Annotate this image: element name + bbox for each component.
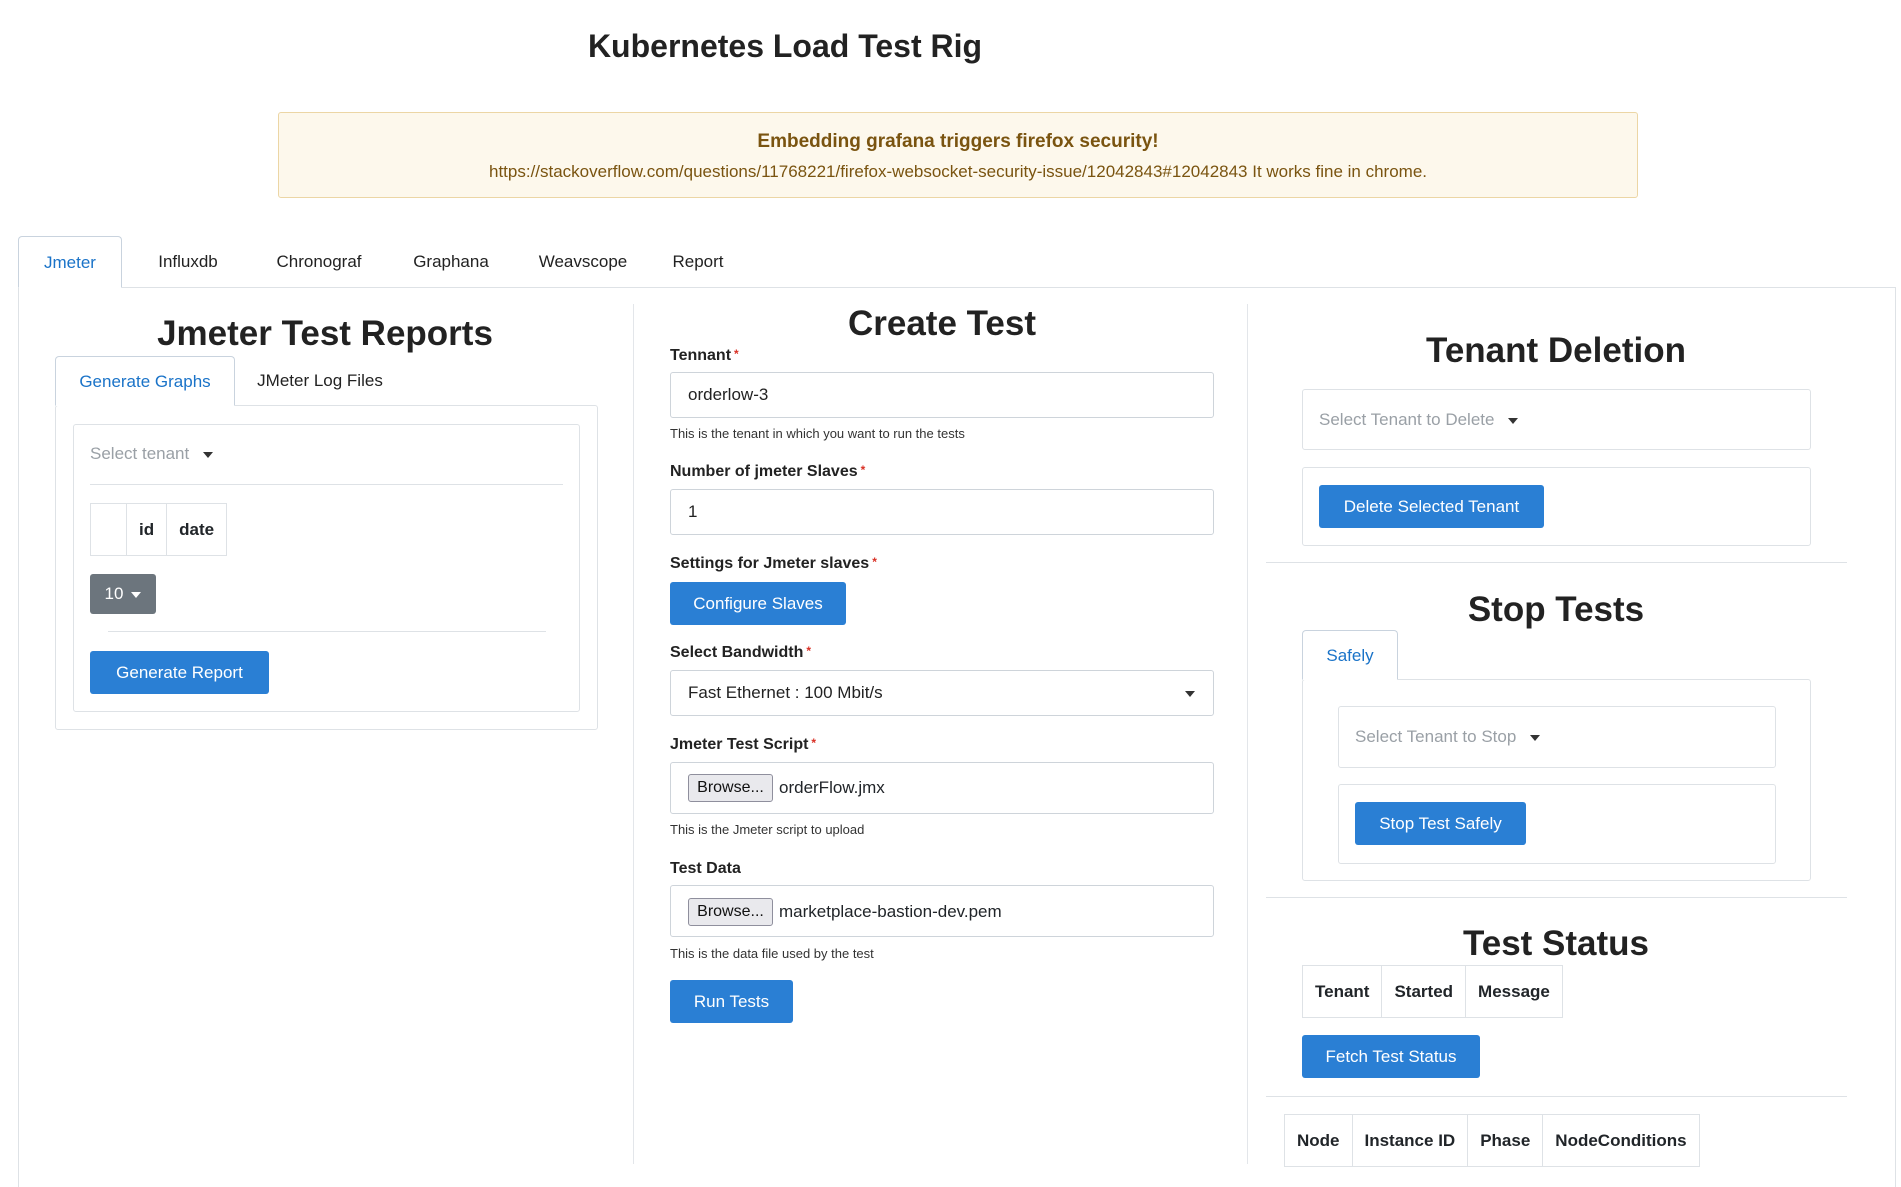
slaves-label: Number of jmeter Slaves * (670, 463, 866, 480)
script-help: This is the Jmeter script to upload (670, 822, 865, 837)
column-divider (1247, 304, 1248, 1164)
script-browse-button[interactable]: Browse... (688, 774, 773, 802)
table-header-node-conditions: NodeConditions (1542, 1114, 1700, 1167)
select-tenant-to-delete-dropdown[interactable]: Select Tenant to Delete (1319, 410, 1519, 430)
required-mark: * (734, 347, 739, 361)
page-title: Kubernetes Load Test Rig (587, 28, 983, 64)
configure-slaves-button[interactable]: Configure Slaves (670, 582, 846, 625)
bandwidth-select[interactable]: Fast Ethernet : 100 Mbit/s (670, 670, 1214, 716)
table-header-started: Started (1381, 965, 1467, 1018)
page-size-value: 10 (104, 584, 124, 603)
chevron-down-icon (1508, 417, 1519, 424)
test-status-title: Test Status (1462, 924, 1650, 963)
fetch-test-status-button[interactable]: Fetch Test Status (1302, 1035, 1480, 1078)
chevron-down-icon (131, 591, 142, 598)
select-tenant-dropdown[interactable]: Select tenant (90, 444, 214, 464)
stop-test-safely-button[interactable]: Stop Test Safely (1355, 802, 1526, 845)
select-tenant-placeholder: Select tenant (90, 444, 190, 463)
table-header-message: Message (1465, 965, 1563, 1018)
warning-alert: Embedding grafana triggers firefox secur… (278, 112, 1638, 198)
bandwidth-label: Select Bandwidth * (670, 644, 812, 661)
tab-jmeter[interactable]: Jmeter (18, 236, 122, 288)
page-size-dropdown[interactable]: 10 (90, 574, 156, 614)
table-header-row: Tenant Started Message (1301, 965, 1563, 1018)
table-header-row: Node Instance ID Phase NodeConditions (1284, 1114, 1700, 1167)
slaves-input[interactable]: 1 (670, 489, 1214, 535)
tenant-input[interactable]: orderlow-3 (670, 372, 1214, 418)
table-header-date[interactable]: date (166, 503, 228, 556)
test-data-help: This is the data file used by the test (670, 946, 874, 961)
tenant-help: This is the tenant in which you want to … (670, 426, 965, 441)
table-header-row: id date (90, 503, 228, 556)
tab-report[interactable]: Report (658, 236, 738, 288)
subtab-jmeter-log-files[interactable]: JMeter Log Files (245, 356, 395, 406)
script-label: Jmeter Test Script * (670, 736, 817, 753)
test-data-file-name: marketplace-bastion-dev.pem (779, 902, 1002, 921)
table-header-node: Node (1284, 1114, 1353, 1167)
delete-tenant-placeholder: Select Tenant to Delete (1319, 410, 1495, 429)
generate-report-button[interactable]: Generate Report (90, 651, 269, 694)
required-mark: * (806, 644, 812, 658)
subtab-generate-graphs[interactable]: Generate Graphs (55, 356, 235, 406)
script-file-name: orderFlow.jmx (779, 778, 885, 797)
required-mark: * (811, 736, 817, 750)
divider (1266, 897, 1847, 898)
divider (1266, 562, 1847, 563)
alert-message: https://stackoverflow.com/questions/1176… (488, 162, 1428, 181)
column-divider (633, 304, 634, 1164)
tab-chronograf[interactable]: Chronograf (254, 236, 384, 288)
select-tenant-to-stop-dropdown[interactable]: Select Tenant to Stop (1355, 727, 1541, 747)
delete-selected-tenant-button[interactable]: Delete Selected Tenant (1319, 485, 1544, 528)
test-data-browse-button[interactable]: Browse... (688, 898, 773, 926)
tab-graphana[interactable]: Graphana (394, 236, 508, 288)
nodes-table: Node Instance ID Phase NodeConditions (1284, 1114, 1700, 1167)
tab-influxdb[interactable]: Influxdb (138, 236, 238, 288)
required-mark: * (860, 463, 866, 477)
tenant-deletion-title: Tenant Deletion (1426, 331, 1686, 370)
settings-label: Settings for Jmeter slaves * (670, 555, 877, 572)
divider (108, 631, 546, 632)
table-header-instance-id: Instance ID (1351, 1114, 1469, 1167)
required-mark: * (872, 555, 877, 569)
table-header-tenant: Tenant (1301, 965, 1383, 1018)
tenant-label: Tennant * (670, 347, 739, 364)
bandwidth-value: Fast Ethernet : 100 Mbit/s (688, 683, 883, 702)
test-status-table: Tenant Started Message (1301, 965, 1563, 1018)
table-header-phase: Phase (1467, 1114, 1544, 1167)
run-tests-button[interactable]: Run Tests (670, 980, 793, 1023)
tab-weavscope[interactable]: Weavscope (518, 236, 648, 288)
stop-tests-title: Stop Tests (1467, 590, 1645, 629)
table-header-select (90, 503, 127, 556)
chevron-down-icon (203, 451, 214, 458)
subtab-safely[interactable]: Safely (1302, 630, 1398, 680)
divider (1266, 1096, 1847, 1097)
create-test-title: Create Test (847, 304, 1037, 343)
table-header-id[interactable]: id (125, 503, 168, 556)
alert-title: Embedding grafana triggers firefox secur… (757, 131, 1159, 152)
chevron-down-icon (1185, 691, 1195, 697)
test-data-label: Test Data (670, 860, 741, 877)
reports-title: Jmeter Test Reports (157, 314, 493, 353)
divider (90, 484, 563, 485)
chevron-down-icon (1530, 734, 1541, 741)
stop-tenant-placeholder: Select Tenant to Stop (1355, 727, 1517, 746)
reports-table: id date (90, 503, 228, 556)
